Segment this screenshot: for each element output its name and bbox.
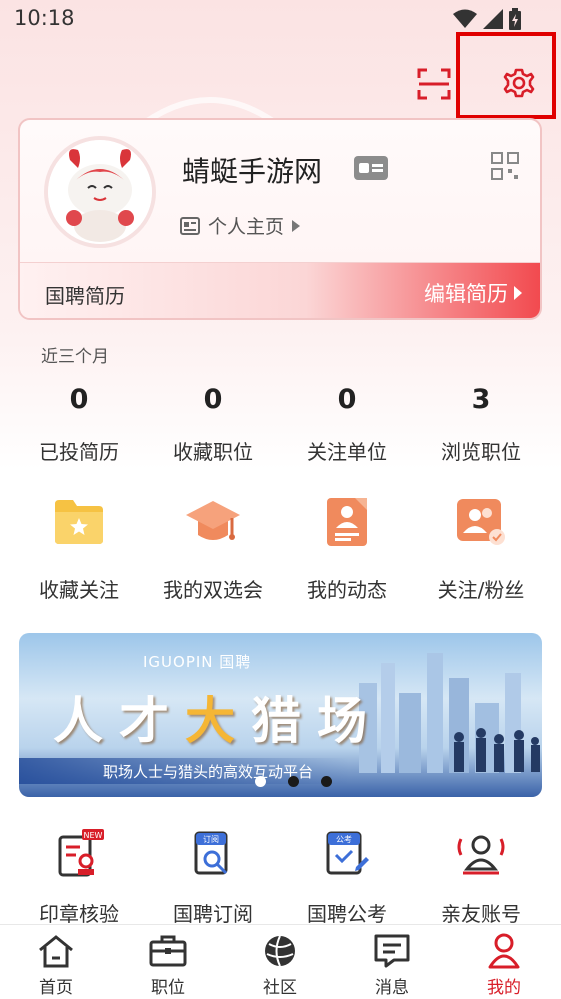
family-account-icon [453,826,509,882]
status-icons [453,8,521,30]
signal-icon [483,9,503,29]
quick-actions: 收藏关注 我的双选会 我的动态 关注/粉丝 [0,492,561,612]
scan-icon [417,68,451,100]
id-card-icon[interactable] [354,156,388,180]
gear-icon [503,68,535,98]
wifi-icon [453,9,477,28]
stat-value: 0 [337,384,357,415]
stat-resumes-sent[interactable]: 0 已投简历 [12,380,146,465]
battery-icon [509,8,521,30]
profile-nickname: 蜻蜓手游网 [182,155,323,188]
avatar[interactable] [44,136,156,248]
homepage-link[interactable]: 个人主页 [180,212,301,239]
stat-saved-jobs[interactable]: 0 收藏职位 [146,380,280,465]
banner-title-accent: 大 [185,691,251,750]
tool-subscribe[interactable]: 订阅 国聘订阅 [146,826,280,927]
bottom-tab-bar: 首页 职位 社区 消息 我的 [0,924,561,999]
followers-icon [451,492,511,552]
carousel-dots [255,776,332,787]
caret-right-icon [292,219,301,232]
period-label: 近三个月 [41,347,109,367]
stat-label: 浏览职位 [441,440,521,464]
quick-action-activity[interactable]: 我的动态 [280,492,414,603]
home-icon [36,931,76,971]
caret-right-icon [514,286,522,300]
banner-title: 人才大猎场 [53,681,383,753]
status-time: 10:18 [14,6,75,30]
carousel-dot[interactable] [321,776,332,787]
banner-title-part2: 猎场 [251,691,383,750]
resume-label: 国聘简历 [45,284,125,308]
user-icon [484,931,524,971]
promo-banner[interactable]: IGUOPIN 国聘 人才大猎场 职场人士与猎头的高效互动平台 [19,633,542,797]
graduation-cap-icon [183,492,243,552]
tab-label: 首页 [39,978,73,998]
tool-label: 国聘订阅 [173,902,253,926]
quick-action-job-fair[interactable]: 我的双选会 [146,492,280,603]
banner-brand: IGUOPIN 国聘 [143,653,252,671]
folder-star-icon [49,492,109,552]
stat-value: 0 [203,384,223,415]
resume-bar[interactable]: 国聘简历 编辑简历 [20,262,540,318]
tab-jobs[interactable]: 职位 [112,931,224,998]
qr-code-icon[interactable] [491,152,519,184]
quick-action-label: 我的动态 [307,578,387,602]
settings-button[interactable] [497,62,541,106]
new-badge: NEW [84,831,103,840]
stat-label: 已投简历 [39,440,119,464]
tab-community[interactable]: 社区 [224,931,336,998]
person-doc-icon [317,492,377,552]
stat-label: 收藏职位 [173,440,253,464]
globe-icon [260,931,300,971]
tab-mine[interactable]: 我的 [448,931,560,998]
edit-resume-button[interactable]: 编辑简历 [424,278,522,308]
message-icon [372,931,412,971]
tool-label: 印章核验 [39,902,119,926]
tool-label: 国聘公考 [307,902,387,926]
stat-label: 关注单位 [307,440,387,464]
tab-label: 社区 [263,978,297,998]
carousel-dot[interactable] [288,776,299,787]
tab-messages[interactable]: 消息 [336,931,448,998]
seal-verify-icon: NEW [51,826,107,882]
briefcase-icon [148,931,188,971]
tool-family-account[interactable]: 亲友账号 [414,826,548,927]
tool-seal-verify[interactable]: NEW 印章核验 [12,826,146,927]
tab-label: 我的 [487,978,521,998]
tool-civil-exam[interactable]: 公考 国聘公考 [280,826,414,927]
edit-resume-label: 编辑简历 [424,282,508,306]
banner-title-part1: 人才 [53,691,185,750]
carousel-dot[interactable] [255,776,266,787]
tab-label: 职位 [151,978,185,998]
avatar-dragon-icon [48,140,152,244]
exam-icon: 公考 [319,826,375,882]
stat-followed-employers[interactable]: 0 关注单位 [280,380,414,465]
quick-action-label: 关注/粉丝 [437,578,525,602]
quick-action-label: 收藏关注 [39,578,119,602]
subscribe-badge: 订阅 [203,834,219,844]
exam-badge: 公考 [336,835,352,844]
quick-action-label: 我的双选会 [163,578,263,602]
profile-card: 蜻蜓手游网 个人主页 国聘简历 编辑简历 [18,118,542,320]
homepage-label: 个人主页 [208,216,285,238]
stat-value: 3 [471,384,491,415]
tool-label: 亲友账号 [441,902,521,926]
quick-action-favorites[interactable]: 收藏关注 [12,492,146,603]
scan-button[interactable] [414,64,454,104]
tab-home[interactable]: 首页 [0,931,112,998]
stat-value: 0 [69,384,89,415]
stats-row: 0 已投简历 0 收藏职位 0 关注单位 3 浏览职位 [0,380,561,470]
profile-card-icon [180,216,200,235]
stat-viewed-jobs[interactable]: 3 浏览职位 [414,380,548,465]
tab-label: 消息 [375,978,409,998]
subscribe-icon: 订阅 [185,826,241,882]
quick-action-followers[interactable]: 关注/粉丝 [414,492,548,603]
tools-row: NEW 印章核验 订阅 国聘订阅 公考 国聘公考 亲友账号 [0,826,561,927]
